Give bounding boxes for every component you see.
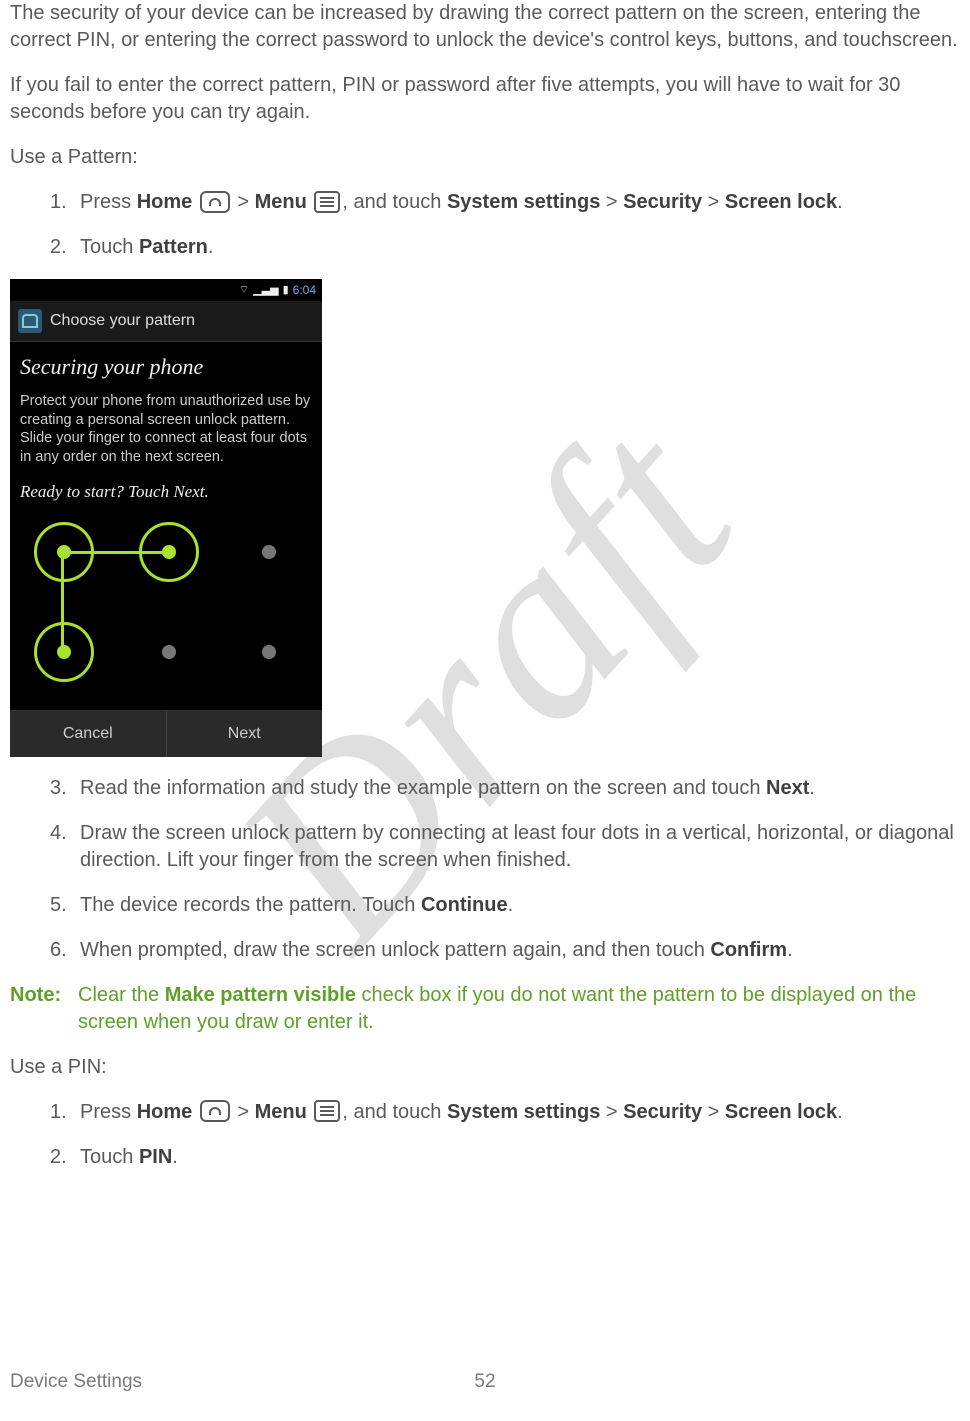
pattern-grid (26, 514, 306, 704)
pattern-dot-active (34, 522, 94, 582)
pattern-step-5: 5. The device records the pattern. Touch… (50, 892, 960, 919)
note-block: Note: Clear the Make pattern visible che… (10, 982, 960, 1036)
pattern-dot-active (34, 622, 94, 682)
phone-header-text: Choose your pattern (50, 310, 195, 332)
pin-step-2: 2. Touch PIN. (50, 1144, 960, 1171)
pin-step-1: 1. Press Home > Menu , and touch System … (50, 1099, 960, 1126)
lock-app-icon (18, 309, 42, 333)
pattern-step-2: 2. Touch Pattern. (50, 234, 960, 261)
pattern-dot (262, 545, 276, 559)
phone-body: Securing your phone Protect your phone f… (10, 342, 322, 710)
pattern-step-1: 1. Press Home > Menu , and touch System … (50, 189, 960, 216)
page-footer: Device Settings 52 (10, 1369, 960, 1395)
note-text: Clear the Make pattern visible check box… (78, 982, 960, 1036)
pattern-steps-list: 1. Press Home > Menu , and touch System … (10, 189, 960, 261)
note-label: Note: (10, 982, 78, 1036)
home-icon (200, 191, 230, 213)
menu-icon (314, 191, 340, 213)
signal-icon: ▁▃▅ (253, 283, 278, 298)
pattern-steps-list-cont: 3. Read the information and study the ex… (10, 775, 960, 964)
pattern-step-6: 6. When prompted, draw the screen unlock… (50, 937, 960, 964)
bluetooth-icon: ⌔ (239, 283, 249, 298)
phone-status-bar: ⌔ ▁▃▅ ▮ 6:04 (10, 279, 322, 301)
footer-section-title: Device Settings (10, 1369, 142, 1395)
phone-button-bar: Cancel Next (10, 710, 322, 757)
pattern-dot (162, 645, 176, 659)
pattern-step-3: 3. Read the information and study the ex… (50, 775, 960, 802)
home-icon (200, 1100, 230, 1122)
phone-body-text: Protect your phone from unauthorized use… (20, 392, 312, 467)
use-pattern-heading: Use a Pattern: (10, 144, 960, 171)
pin-steps-list: 1. Press Home > Menu , and touch System … (10, 1099, 960, 1171)
phone-cancel-button[interactable]: Cancel (10, 711, 167, 757)
use-pin-heading: Use a PIN: (10, 1054, 960, 1081)
phone-title: Securing your phone (20, 352, 312, 382)
phone-app-header: Choose your pattern (10, 301, 322, 342)
pattern-dot-active (139, 522, 199, 582)
pattern-dot (262, 645, 276, 659)
phone-ready-text: Ready to start? Touch Next. (20, 481, 312, 504)
phone-next-button[interactable]: Next (167, 711, 323, 757)
phone-screenshot: ⌔ ▁▃▅ ▮ 6:04 Choose your pattern Securin… (10, 279, 322, 757)
intro-paragraph-2: If you fail to enter the correct pattern… (10, 72, 960, 126)
pattern-step-4: 4. Draw the screen unlock pattern by con… (50, 820, 960, 874)
menu-icon (314, 1100, 340, 1122)
footer-page-number: 52 (474, 1369, 495, 1395)
status-time: 6:04 (293, 282, 316, 298)
battery-icon: ▮ (283, 283, 289, 298)
intro-paragraph-1: The security of your device can be incre… (10, 0, 960, 54)
